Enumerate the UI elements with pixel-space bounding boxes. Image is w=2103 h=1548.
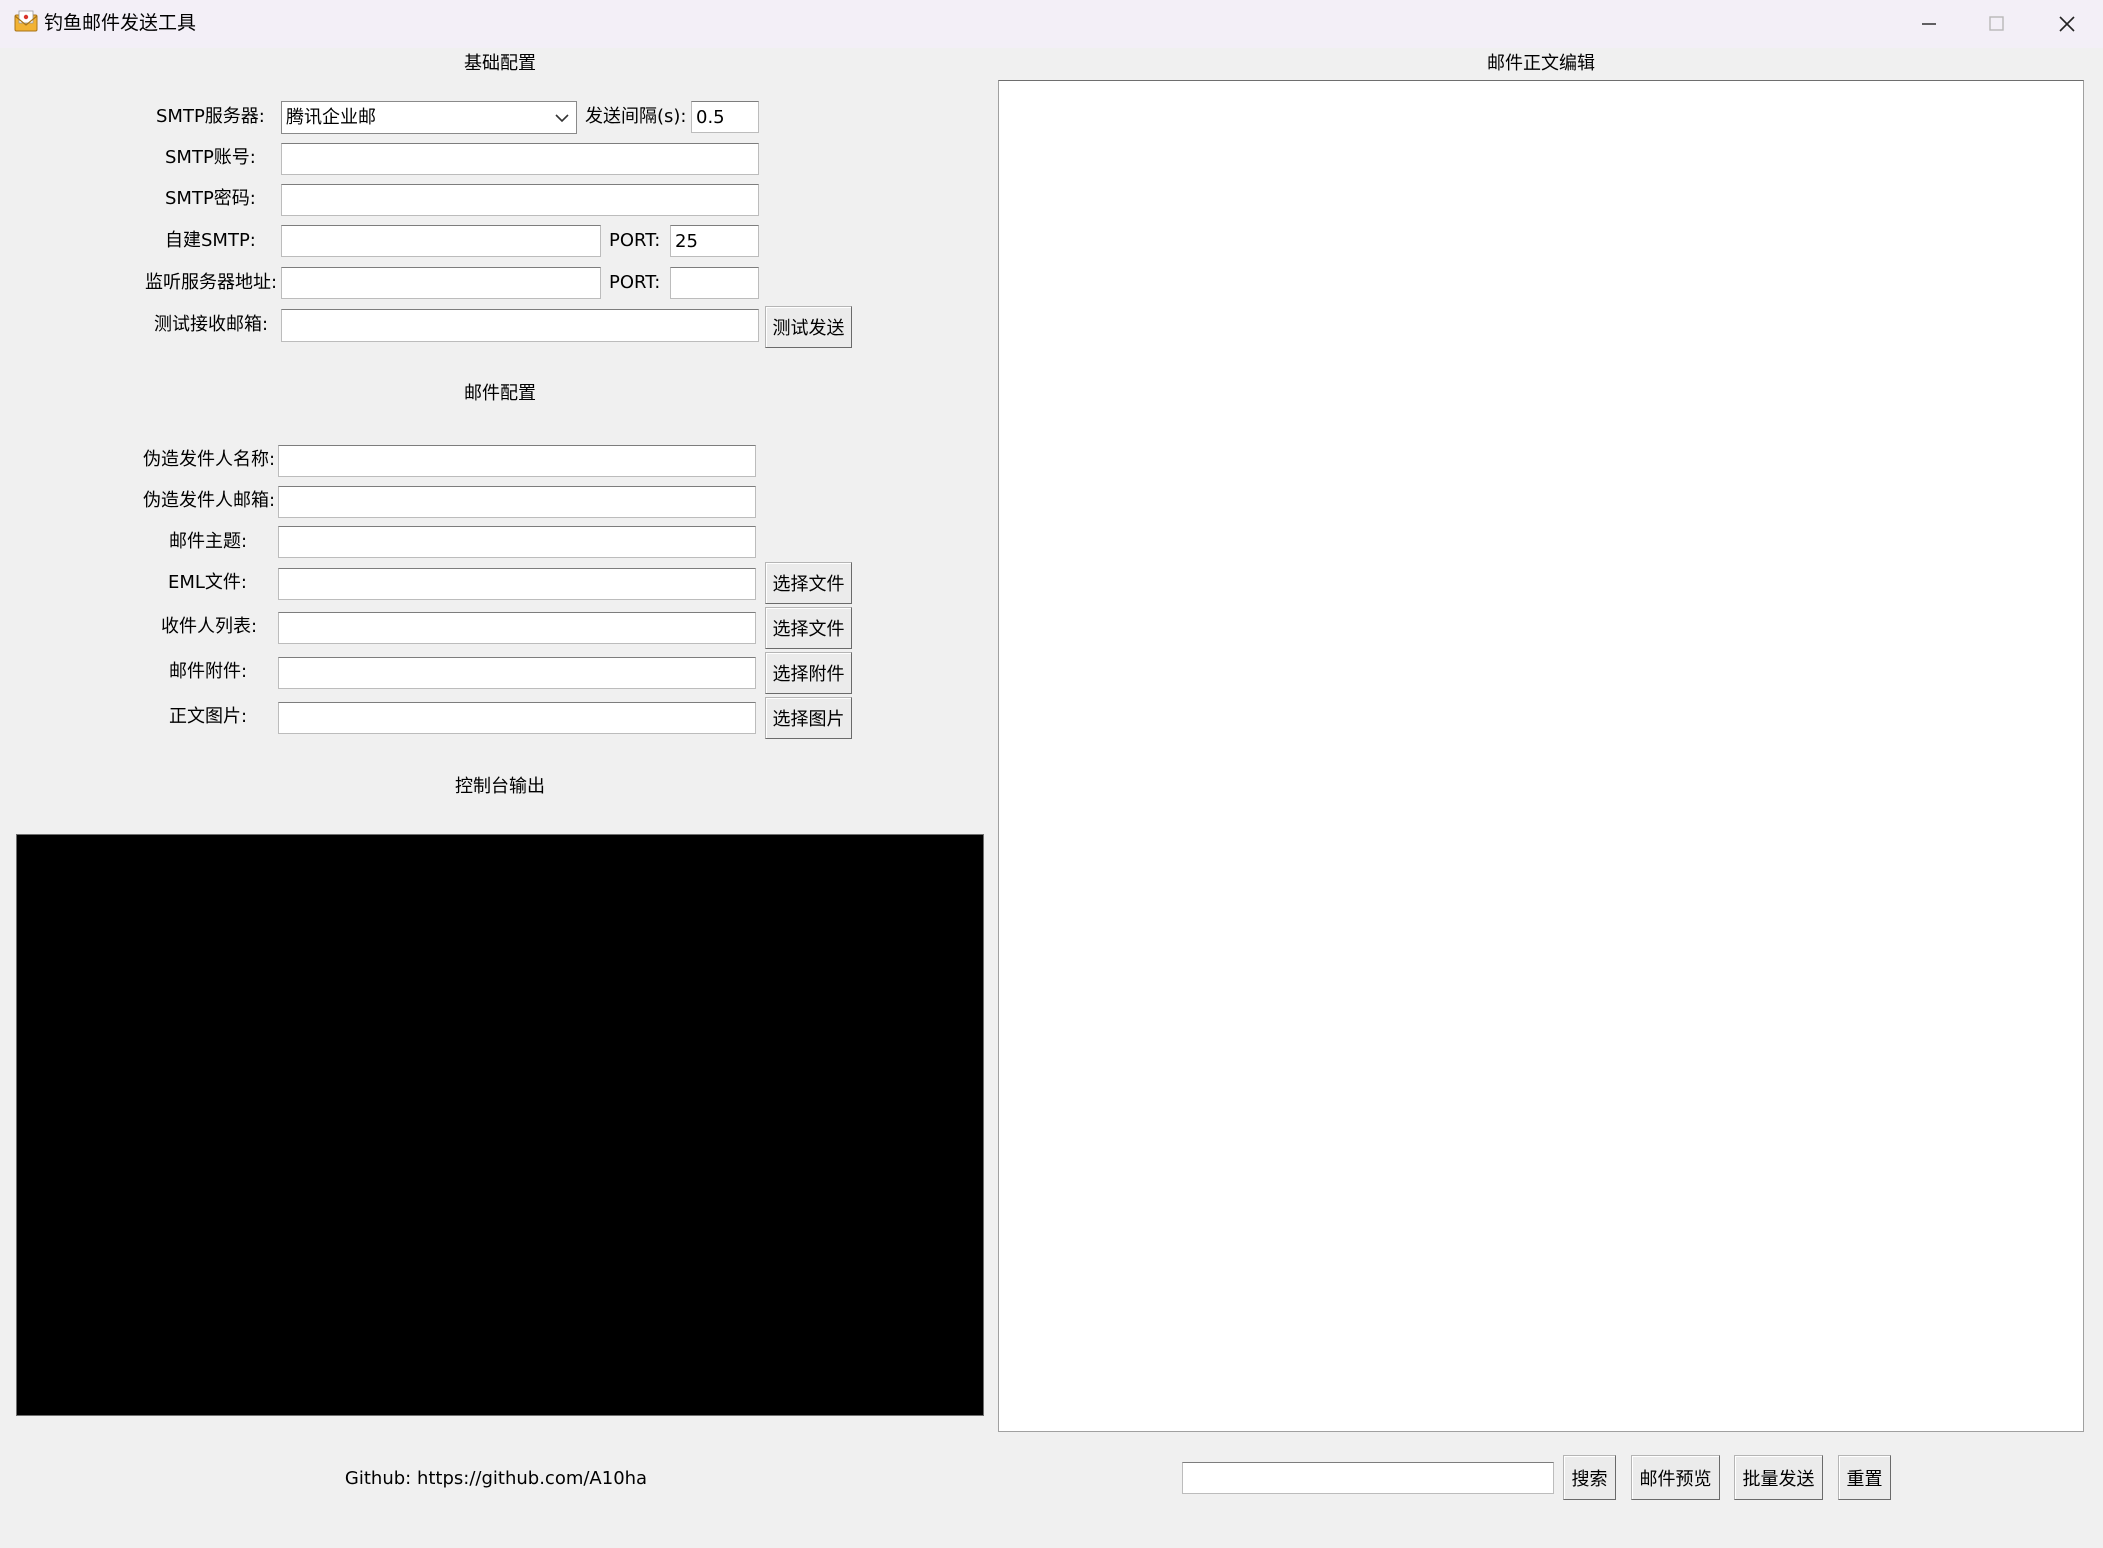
smtp-server-label: SMTP服务器: xyxy=(156,106,265,127)
custom-port-label: PORT: xyxy=(609,230,661,251)
console-output[interactable] xyxy=(16,834,984,1416)
recipients-label: 收件人列表: xyxy=(161,616,258,637)
envelope-icon xyxy=(14,10,38,34)
eml-file-input[interactable] xyxy=(278,568,756,600)
smtp-password-label: SMTP密码: xyxy=(165,188,256,209)
listen-server-label: 监听服务器地址: xyxy=(145,272,278,293)
body-image-label: 正文图片: xyxy=(169,706,248,727)
sender-name-input[interactable] xyxy=(278,445,756,477)
reset-button[interactable]: 重置 xyxy=(1838,1455,1891,1500)
send-interval-input[interactable] xyxy=(691,101,759,133)
listen-port-label: PORT: xyxy=(609,272,661,293)
smtp-server-value: 腾讯企业邮 xyxy=(286,107,376,128)
custom-smtp-input[interactable] xyxy=(281,225,601,257)
window-title: 钓鱼邮件发送工具 xyxy=(44,12,197,34)
editor-heading: 邮件正文编辑 xyxy=(1487,53,1595,74)
recipients-input[interactable] xyxy=(278,612,756,644)
chevron-down-icon xyxy=(555,114,569,123)
sender-name-label: 伪造发件人名称: xyxy=(143,449,276,470)
attachment-input[interactable] xyxy=(278,657,756,689)
close-button[interactable] xyxy=(2034,6,2100,42)
console-heading: 控制台输出 xyxy=(455,776,545,797)
smtp-account-input[interactable] xyxy=(281,143,759,175)
custom-port-input[interactable] xyxy=(670,225,759,257)
sender-email-label: 伪造发件人邮箱: xyxy=(143,490,276,511)
test-recipient-label: 测试接收邮箱: xyxy=(154,314,269,335)
eml-file-label: EML文件: xyxy=(168,572,247,593)
mail-config-heading: 邮件配置 xyxy=(464,383,536,404)
close-icon xyxy=(2059,16,2075,32)
basic-config-heading: 基础配置 xyxy=(464,53,536,74)
attachment-label: 邮件附件: xyxy=(169,661,248,682)
body-image-input[interactable] xyxy=(278,702,756,734)
listen-port-input[interactable] xyxy=(670,267,759,299)
listen-server-input[interactable] xyxy=(281,267,601,299)
choose-image-button[interactable]: 选择图片 xyxy=(765,697,852,739)
preview-button[interactable]: 邮件预览 xyxy=(1631,1455,1720,1500)
choose-recipients-button[interactable]: 选择文件 xyxy=(765,607,852,649)
minimize-icon xyxy=(1922,23,1936,25)
maximize-icon xyxy=(1989,16,2004,31)
mail-body-editor[interactable] xyxy=(998,80,2084,1432)
choose-eml-button[interactable]: 选择文件 xyxy=(765,562,852,604)
minimize-button[interactable] xyxy=(1896,6,1962,42)
batch-send-button[interactable]: 批量发送 xyxy=(1734,1455,1823,1500)
title-bar: 钓鱼邮件发送工具 xyxy=(0,0,2103,48)
subject-label: 邮件主题: xyxy=(169,531,248,552)
custom-smtp-label: 自建SMTP: xyxy=(165,230,256,251)
choose-attachment-button[interactable]: 选择附件 xyxy=(765,652,852,694)
search-button[interactable]: 搜索 xyxy=(1563,1455,1616,1500)
search-input[interactable] xyxy=(1182,1462,1554,1494)
github-link: Github: https://github.com/A10ha xyxy=(344,1468,648,1489)
sender-email-input[interactable] xyxy=(278,486,756,518)
send-interval-label: 发送间隔(s): xyxy=(585,106,687,127)
test-recipient-input[interactable] xyxy=(281,309,759,342)
smtp-account-label: SMTP账号: xyxy=(165,147,256,168)
subject-input[interactable] xyxy=(278,526,756,558)
test-send-button[interactable]: 测试发送 xyxy=(765,306,852,348)
maximize-button[interactable] xyxy=(1963,6,2029,42)
smtp-server-select[interactable]: 腾讯企业邮 xyxy=(281,101,577,134)
smtp-password-input[interactable] xyxy=(281,184,759,216)
